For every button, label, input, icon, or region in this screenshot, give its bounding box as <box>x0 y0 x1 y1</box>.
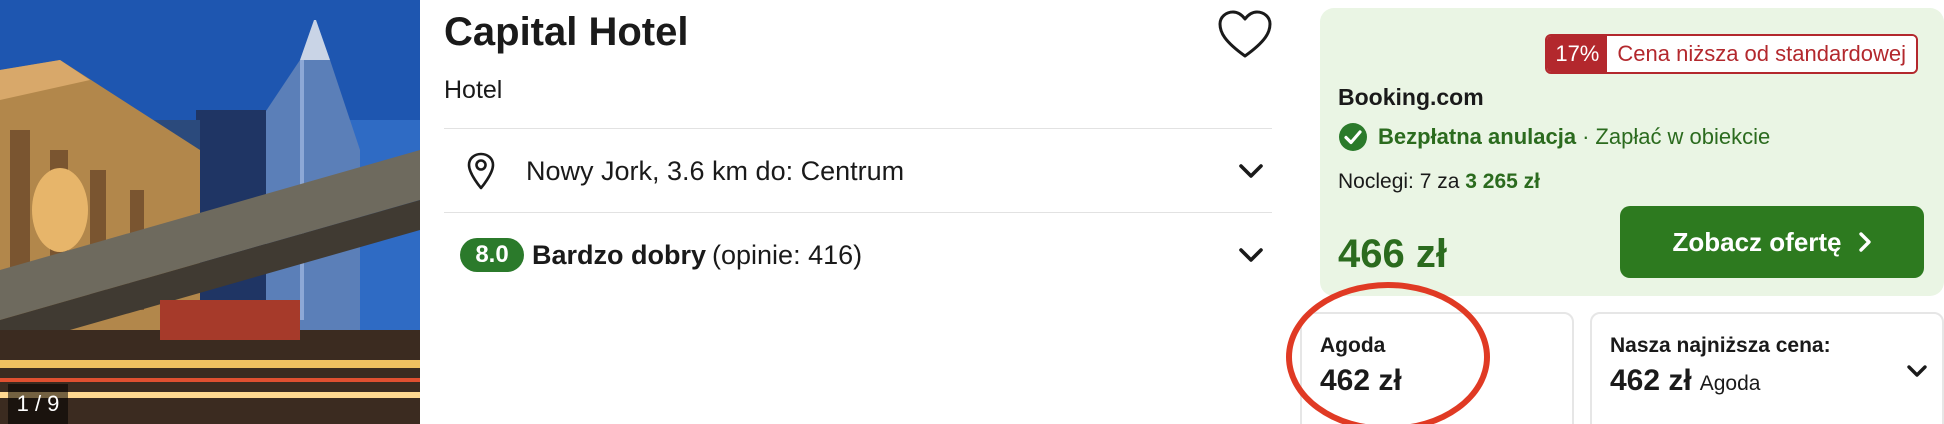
location-text: Nowy Jork, 3.6 km do: Centrum <box>526 155 905 186</box>
view-offer-button[interactable]: Zobacz ofertę <box>1620 206 1924 278</box>
chevron-down-icon <box>1239 164 1263 178</box>
free-cancellation-label: Bezpłatna anulacja <box>1378 124 1577 149</box>
divider <box>444 212 1272 213</box>
nights-prefix: Noclegi: 7 za <box>1338 170 1460 193</box>
nights-total-price: 3 265 zł <box>1465 170 1540 193</box>
favorite-button[interactable] <box>1218 10 1272 60</box>
map-pin-icon <box>467 152 495 190</box>
hotel-type: Hotel <box>444 76 503 104</box>
offer-provider: Booking.com <box>1338 84 1484 110</box>
rating-row[interactable]: 8.0 Bardzo dobry (opinie: 416) <box>444 214 1272 296</box>
chevron-down-icon[interactable] <box>1906 362 1928 380</box>
heart-outline-icon <box>1218 10 1272 58</box>
chevron-right-icon <box>1858 232 1871 252</box>
location-row[interactable]: Nowy Jork, 3.6 km do: Centrum <box>444 130 1272 212</box>
pay-at-property-label: Zapłać w obiekcie <box>1595 124 1771 149</box>
lowest-price-box[interactable]: Nasza najniższa cena: 462 zł Agoda <box>1590 312 1944 424</box>
divider <box>444 128 1272 129</box>
separator-dot: · <box>1582 124 1590 149</box>
discount-text: Cena niższa od standardowej <box>1607 36 1916 72</box>
discount-badge: 17% Cena niższa od standardowej <box>1545 34 1918 74</box>
hotel-name[interactable]: Capital Hotel <box>444 10 688 55</box>
main-offer-panel[interactable]: 17% Cena niższa od standardowej Booking.… <box>1320 8 1944 296</box>
chevron-down-icon <box>1239 248 1263 262</box>
offer-price: 466 zł <box>1338 232 1447 276</box>
cancellation-info: Bezpłatna anulacja · Zapłać w obiekcie <box>1338 122 1770 152</box>
lowest-price-label: Nasza najniższa cena: <box>1610 334 1831 357</box>
discount-percent: 17% <box>1547 36 1608 72</box>
view-offer-label: Zobacz ofertę <box>1672 226 1842 257</box>
rating-score-badge: 8.0 <box>460 238 524 272</box>
hotel-photo-illustration <box>0 0 420 424</box>
agoda-price-box[interactable]: Agoda 462 zł <box>1300 312 1574 424</box>
hotel-photo[interactable]: 1 / 9 <box>0 0 420 424</box>
rating-review-count: (opinie: 416) <box>712 239 863 270</box>
lowest-price-value: 462 zł Agoda <box>1610 364 1760 398</box>
rating-label: Bardzo dobry <box>532 239 707 270</box>
lowest-price: 462 zł <box>1610 364 1692 397</box>
nights-summary: Noclegi: 7 za 3 265 zł <box>1338 170 1540 194</box>
hotel-info: Capital Hotel Hotel Nowy Jork, 3.6 km do… <box>444 0 1272 424</box>
check-circle-icon <box>1339 123 1367 151</box>
agoda-provider-label: Agoda <box>1320 334 1386 357</box>
lowest-price-provider: Agoda <box>1699 372 1761 395</box>
agoda-price: 462 zł <box>1320 364 1402 397</box>
photo-counter: 1 / 9 <box>8 384 68 424</box>
